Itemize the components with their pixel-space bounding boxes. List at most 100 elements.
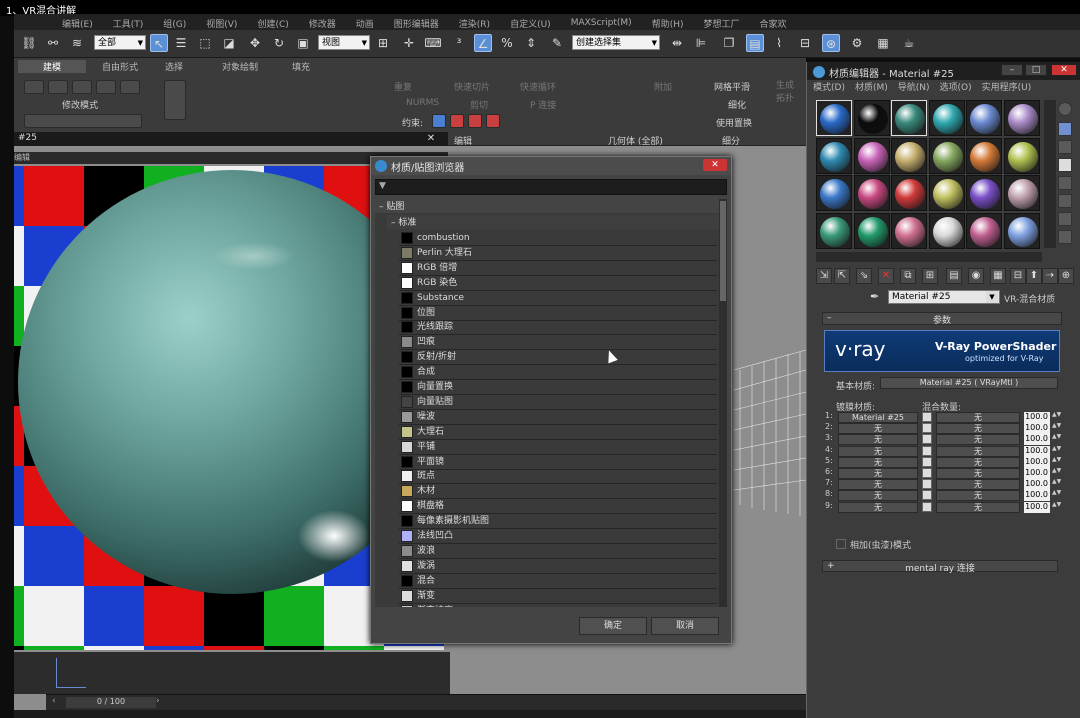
show-map-icon[interactable]: ▦: [990, 268, 1006, 284]
coat-material-button[interactable]: 无: [838, 445, 918, 457]
sample-type-icon[interactable]: [1058, 102, 1072, 116]
browser-map-item[interactable]: 反射/折射: [399, 350, 717, 366]
coat-enable-checkbox[interactable]: [922, 490, 932, 501]
coat-enable-checkbox[interactable]: [922, 445, 932, 456]
constraint-edge-button[interactable]: [450, 114, 464, 128]
move-icon[interactable]: ✥: [246, 34, 264, 52]
browser-map-item[interactable]: 凹痕: [399, 335, 717, 351]
constraint-normal-button[interactable]: [486, 114, 500, 128]
cut-label[interactable]: 剪切: [470, 98, 488, 111]
browser-map-item[interactable]: 斑点: [399, 469, 717, 485]
bind-spacewarp-icon[interactable]: ≋: [68, 34, 86, 52]
background-icon[interactable]: [1058, 140, 1072, 154]
material-editor-icon[interactable]: ⊛: [822, 34, 840, 52]
browser-map-item[interactable]: 平面镜: [399, 455, 717, 470]
ribbon-polygon-button[interactable]: [96, 80, 116, 94]
browser-map-item[interactable]: Substance: [399, 291, 717, 306]
material-slot[interactable]: [816, 212, 852, 249]
medit-menu-item[interactable]: 导航(N): [898, 80, 930, 96]
material-slot[interactable]: [1004, 137, 1040, 174]
material-slot[interactable]: [853, 175, 890, 212]
medit-menu-item[interactable]: 实用程序(U): [982, 80, 1032, 96]
reset-map-icon[interactable]: ✕: [878, 268, 894, 284]
p-connect-label[interactable]: P 连接: [530, 98, 556, 111]
scene-explorer-icon[interactable]: ▤: [746, 34, 764, 52]
menu-item[interactable]: 梦想工厂: [693, 17, 749, 30]
maximize-button[interactable]: □: [1025, 64, 1047, 76]
browser-map-item[interactable]: 位图: [399, 306, 717, 321]
quick-loop-label[interactable]: 快速循环: [520, 80, 556, 93]
material-slot[interactable]: [853, 212, 890, 249]
material-slot[interactable]: [1004, 175, 1040, 212]
assign-material-icon[interactable]: ⇘: [856, 268, 872, 284]
tab-object-paint[interactable]: 对象绘制: [210, 60, 270, 73]
blend-amount-spinner-icon[interactable]: ▲▼: [1052, 445, 1061, 457]
select-by-name-icon[interactable]: ☰: [172, 34, 190, 52]
render-production-icon[interactable]: ☕: [900, 34, 918, 52]
blend-map-button[interactable]: 无: [936, 434, 1020, 446]
link-icon[interactable]: ⛓: [20, 34, 38, 52]
snap-toggle-icon[interactable]: ³: [450, 34, 468, 52]
ribbon-vertex-button[interactable]: [24, 80, 44, 94]
blend-amount-field[interactable]: 100.0: [1024, 501, 1050, 513]
rect-selection-icon[interactable]: ⬚: [196, 34, 214, 52]
backlight-icon[interactable]: [1058, 122, 1072, 136]
coat-material-button[interactable]: 无: [838, 468, 918, 479]
menu-item[interactable]: 编辑(E): [52, 17, 103, 30]
blend-amount-field[interactable]: 100.0: [1024, 456, 1050, 468]
preview-close-button[interactable]: ✕: [424, 133, 438, 145]
blend-amount-spinner-icon[interactable]: ▲▼: [1052, 501, 1061, 513]
browser-map-item[interactable]: 棋盘格: [399, 499, 717, 515]
blend-map-button[interactable]: 无: [936, 445, 1020, 457]
select-object-icon[interactable]: ↖: [150, 34, 168, 52]
slots-scrollbar[interactable]: [1044, 100, 1056, 248]
material-slot[interactable]: [928, 212, 965, 249]
params-rollout-header[interactable]: – 参数: [822, 312, 1062, 326]
browser-map-item[interactable]: RGB 倍增: [399, 261, 717, 276]
material-slot[interactable]: [891, 137, 928, 174]
material-slot[interactable]: [928, 100, 965, 136]
edit-named-sel-icon[interactable]: ✎: [548, 34, 566, 52]
quick-slice-label[interactable]: 快速切片: [454, 80, 490, 93]
browser-map-item[interactable]: 混合: [399, 574, 717, 589]
blend-map-button[interactable]: 无: [936, 479, 1020, 491]
material-slot[interactable]: [853, 137, 890, 174]
generate-topology-label[interactable]: 生成拓扑: [776, 78, 796, 104]
menu-item[interactable]: 创建(C): [247, 17, 298, 30]
material-slot[interactable]: [928, 137, 965, 174]
copy-material-icon[interactable]: ⧉: [900, 268, 916, 284]
browser-scroll-thumb[interactable]: [720, 201, 726, 301]
go-to-parent-icon[interactable]: ⬆: [1026, 268, 1042, 284]
medit-menu-item[interactable]: 材质(M): [855, 80, 888, 96]
blend-amount-field[interactable]: 100.0: [1024, 490, 1050, 502]
base-material-button[interactable]: Material #25 ( VRayMtl ): [880, 377, 1058, 389]
eyedropper-icon[interactable]: ✒: [870, 290, 884, 304]
browser-map-item[interactable]: 大理石: [399, 425, 717, 440]
time-slider[interactable]: ‹ 0 / 100 ›: [46, 694, 806, 710]
use-displace-label[interactable]: 使用置换: [716, 116, 752, 129]
browser-map-item[interactable]: 漩涡: [399, 559, 717, 574]
blend-map-button[interactable]: 无: [936, 456, 1020, 468]
medit-close-button[interactable]: ✕: [1051, 64, 1077, 76]
get-material-icon[interactable]: ⇲: [816, 268, 832, 284]
blend-map-button[interactable]: 无: [936, 423, 1020, 435]
select-by-material-icon[interactable]: [1058, 230, 1072, 244]
pick-material-icon[interactable]: ⊕: [1058, 268, 1074, 284]
coat-enable-checkbox[interactable]: [922, 423, 932, 434]
material-slot[interactable]: [1004, 100, 1040, 136]
mental-ray-rollout[interactable]: + mental ray 连接: [822, 560, 1058, 574]
browser-map-item[interactable]: 木材: [399, 484, 717, 500]
browser-map-item[interactable]: 向量贴图: [399, 395, 717, 410]
menu-item[interactable]: 组(G): [153, 17, 196, 30]
material-slot[interactable]: [853, 100, 890, 136]
tab-selection[interactable]: 选择: [154, 60, 194, 73]
material-slot[interactable]: [966, 175, 1003, 212]
coat-enable-checkbox[interactable]: [922, 468, 932, 478]
browser-group-maps[interactable]: – 贴图: [375, 199, 721, 213]
uv-tiling-icon[interactable]: [1058, 158, 1072, 172]
browser-map-item[interactable]: 渐变坡度: [399, 604, 717, 607]
menu-item[interactable]: 帮助(H): [642, 17, 694, 30]
browser-map-item[interactable]: combustion: [399, 231, 717, 246]
material-name-dropdown-icon[interactable]: ▼: [986, 291, 998, 303]
curve-editor-icon[interactable]: ⌇: [770, 34, 788, 52]
